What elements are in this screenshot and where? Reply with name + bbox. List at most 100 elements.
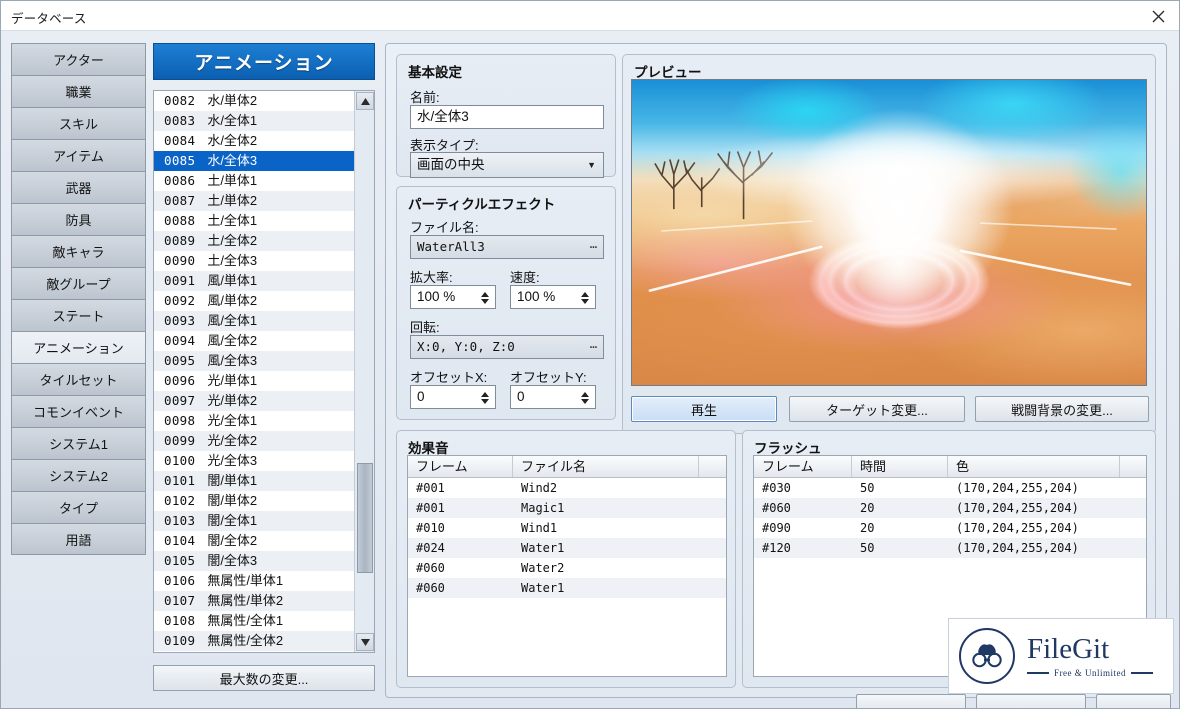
sidebar-item-common-events[interactable]: コモンイベント xyxy=(11,395,146,427)
particle-filename-input[interactable]: WaterAll3 ⋯ xyxy=(410,235,604,259)
list-item[interactable]: 0102闇/単体2 xyxy=(154,491,354,511)
spinner-updown-icon[interactable] xyxy=(479,288,491,308)
table-row[interactable]: #060Water2 xyxy=(408,558,726,578)
sidebar-item-system2[interactable]: システム2 xyxy=(11,459,146,491)
sidebar-item-tilesets[interactable]: タイルセット xyxy=(11,363,146,395)
list-item[interactable]: 0094風/全体2 xyxy=(154,331,354,351)
ok-button[interactable] xyxy=(856,694,966,709)
change-max-button[interactable]: 最大数の変更... xyxy=(153,665,375,691)
triangle-up-icon[interactable] xyxy=(356,92,374,110)
name-input[interactable]: 水/全体3 xyxy=(410,105,604,129)
spinner-updown-icon[interactable] xyxy=(579,388,591,408)
list-item-label: 光/全体2 xyxy=(207,433,257,448)
list-item[interactable]: 0095風/全体3 xyxy=(154,351,354,371)
sidebar-item-enemies[interactable]: 敵キャラ xyxy=(11,235,146,267)
sidebar-item-animations[interactable]: アニメーション xyxy=(11,331,146,363)
list-item[interactable]: 0084水/全体2 xyxy=(154,131,354,151)
close-icon[interactable] xyxy=(1135,1,1180,31)
table-row[interactable]: #060Water1 xyxy=(408,578,726,598)
list-item-id: 0107 xyxy=(164,593,195,608)
scale-stepper[interactable]: 100 % xyxy=(410,285,496,309)
sidebar-item-items[interactable]: アイテム xyxy=(11,139,146,171)
list-item[interactable]: 0087土/単体2 xyxy=(154,191,354,211)
scrollbar-thumb[interactable] xyxy=(357,463,373,573)
list-item[interactable]: 0107無属性/単体2 xyxy=(154,591,354,611)
sidebar-item-armors[interactable]: 防具 xyxy=(11,203,146,235)
table-row[interactable]: #03050(170,204,255,204) xyxy=(754,478,1146,498)
animation-list-scrollbar[interactable] xyxy=(354,91,374,652)
sound-effects-group: 効果音 フレーム ファイル名 #001Wind2#001Magic1#010Wi… xyxy=(396,430,736,688)
list-item[interactable]: 0100光/全体3 xyxy=(154,451,354,471)
list-item[interactable]: 0085水/全体3 xyxy=(154,151,354,171)
sound-effects-table[interactable]: フレーム ファイル名 #001Wind2#001Magic1#010Wind1#… xyxy=(407,455,727,677)
table-row[interactable]: #09020(170,204,255,204) xyxy=(754,518,1146,538)
sidebar-item-terms[interactable]: 用語 xyxy=(11,523,146,555)
offset-x-stepper[interactable]: 0 xyxy=(410,385,496,409)
change-battle-background-button[interactable]: 戦闘背景の変更... xyxy=(975,396,1149,422)
table-row[interactable]: #12050(170,204,255,204) xyxy=(754,538,1146,558)
list-item[interactable]: 0108無属性/全体1 xyxy=(154,611,354,631)
list-item[interactable]: 0092風/単体2 xyxy=(154,291,354,311)
animation-preview[interactable] xyxy=(631,79,1147,386)
triangle-down-icon[interactable] xyxy=(356,633,374,651)
display-type-select[interactable]: 画面の中央 ▼ xyxy=(410,152,604,178)
speed-stepper[interactable]: 100 % xyxy=(510,285,596,309)
sidebar-item-classes[interactable]: 職業 xyxy=(11,75,146,107)
list-item[interactable]: 0086土/単体1 xyxy=(154,171,354,191)
flash-cell-frame: #030 xyxy=(754,478,852,498)
sound-cell-extra xyxy=(699,498,726,518)
list-item-label: 無属性/単体1 xyxy=(207,573,283,588)
offset-y-value: 0 xyxy=(517,389,525,404)
particle-filename-label: ファイル名: xyxy=(410,217,479,236)
offset-y-stepper[interactable]: 0 xyxy=(510,385,596,409)
sidebar-item-skills[interactable]: スキル xyxy=(11,107,146,139)
sound-cell-frame: #001 xyxy=(408,498,513,518)
list-item[interactable]: 0089土/全体2 xyxy=(154,231,354,251)
list-item[interactable]: 0098光/全体1 xyxy=(154,411,354,431)
list-item-label: 闇/全体2 xyxy=(207,533,257,548)
list-item[interactable]: 0091風/単体1 xyxy=(154,271,354,291)
spinner-updown-icon[interactable] xyxy=(579,288,591,308)
sound-cell-extra xyxy=(699,538,726,558)
cancel-button[interactable] xyxy=(976,694,1086,709)
list-item[interactable]: 0088土/全体1 xyxy=(154,211,354,231)
play-button[interactable]: 再生 xyxy=(631,396,777,422)
apply-button[interactable] xyxy=(1096,694,1171,709)
table-row[interactable]: #001Magic1 xyxy=(408,498,726,518)
list-item-id: 0082 xyxy=(164,93,195,108)
sidebar-item-actors[interactable]: アクター xyxy=(11,43,146,75)
list-item-id: 0095 xyxy=(164,353,195,368)
sidebar-item-troops[interactable]: 敵グループ xyxy=(11,267,146,299)
ellipsis-icon[interactable]: ⋯ xyxy=(590,236,598,258)
flash-cell-color: (170,204,255,204) xyxy=(948,518,1120,538)
list-item[interactable]: 0105闇/全体3 xyxy=(154,551,354,571)
change-target-button[interactable]: ターゲット変更... xyxy=(789,396,965,422)
sidebar-item-label: アイテム xyxy=(53,146,104,165)
sidebar-item-weapons[interactable]: 武器 xyxy=(11,171,146,203)
list-item[interactable]: 0093風/全体1 xyxy=(154,311,354,331)
list-item[interactable]: 0082水/単体2 xyxy=(154,91,354,111)
list-item[interactable]: 0103闇/全体1 xyxy=(154,511,354,531)
sidebar-item-label: コモンイベント xyxy=(33,402,124,421)
list-item[interactable]: 0109無属性/全体2 xyxy=(154,631,354,651)
spinner-updown-icon[interactable] xyxy=(479,388,491,408)
flash-cell-duration: 20 xyxy=(852,518,948,538)
ellipsis-icon[interactable]: ⋯ xyxy=(590,336,598,358)
animation-list[interactable]: 0082水/単体20083水/全体10084水/全体20085水/全体30086… xyxy=(153,90,375,653)
list-item[interactable]: 0083水/全体1 xyxy=(154,111,354,131)
list-item[interactable]: 0101闇/単体1 xyxy=(154,471,354,491)
list-item[interactable]: 0099光/全体2 xyxy=(154,431,354,451)
rotation-input[interactable]: X:0, Y:0, Z:0 ⋯ xyxy=(410,335,604,359)
list-item[interactable]: 0097光/単体2 xyxy=(154,391,354,411)
sidebar-item-types[interactable]: タイプ xyxy=(11,491,146,523)
table-row[interactable]: #024Water1 xyxy=(408,538,726,558)
sidebar-item-system1[interactable]: システム1 xyxy=(11,427,146,459)
table-row[interactable]: #010Wind1 xyxy=(408,518,726,538)
list-item[interactable]: 0096光/単体1 xyxy=(154,371,354,391)
sidebar-item-states[interactable]: ステート xyxy=(11,299,146,331)
list-item[interactable]: 0104闇/全体2 xyxy=(154,531,354,551)
list-item[interactable]: 0090土/全体3 xyxy=(154,251,354,271)
list-item[interactable]: 0106無属性/単体1 xyxy=(154,571,354,591)
table-row[interactable]: #06020(170,204,255,204) xyxy=(754,498,1146,518)
table-row[interactable]: #001Wind2 xyxy=(408,478,726,498)
